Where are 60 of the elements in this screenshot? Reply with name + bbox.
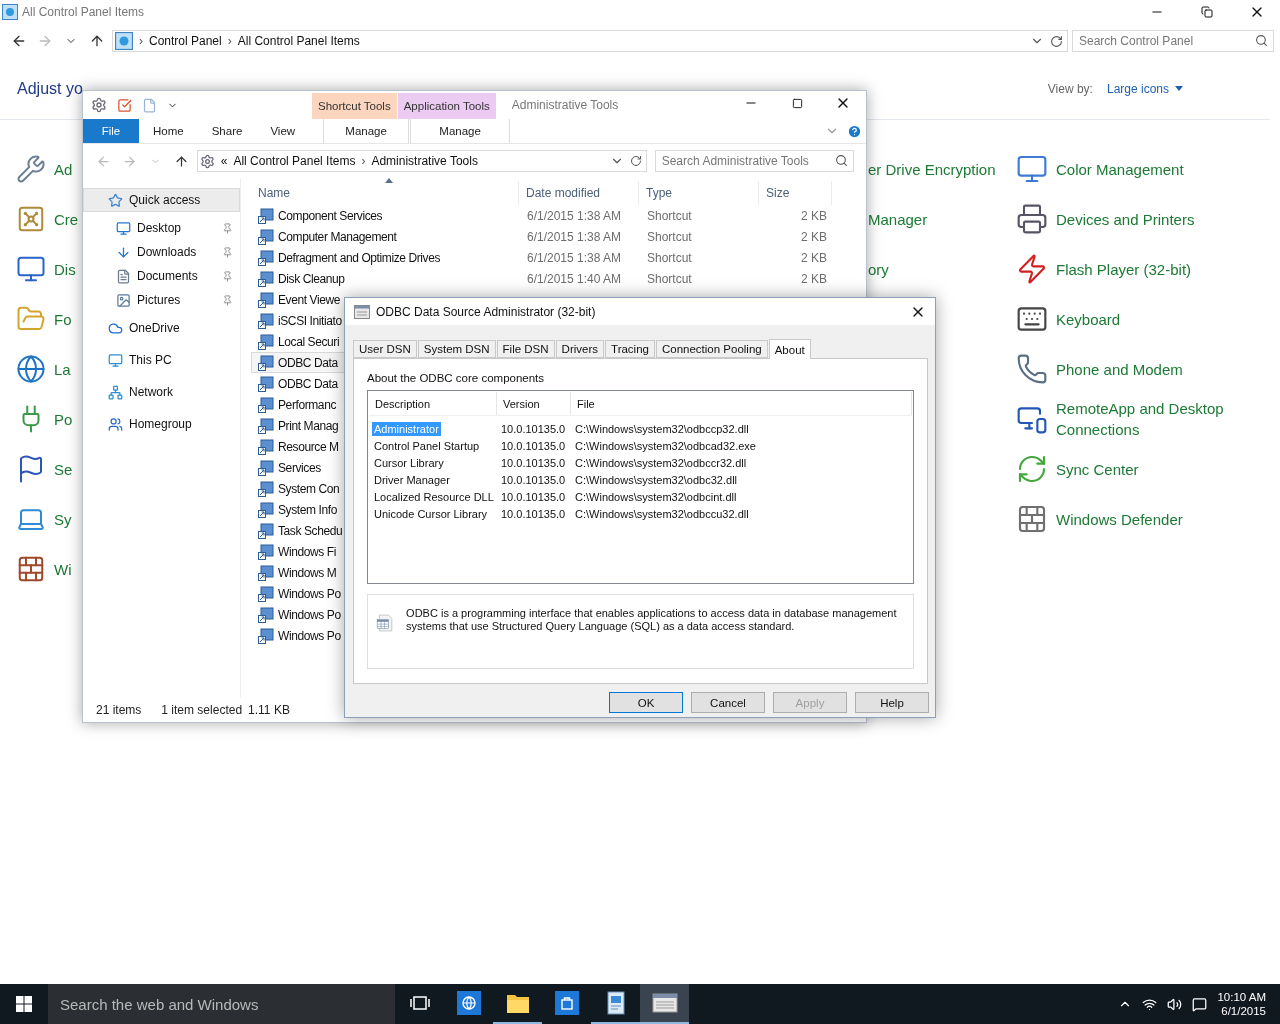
file-name: Component Services [278, 208, 383, 223]
info-text: ODBC is a programming interface that enables applications to access data in database management systems that use Structured Query Language (SQL) as a data access standard. [406, 607, 898, 633]
window-title: All Control Panel Items [22, 5, 146, 19]
file-name: Windows M [278, 565, 337, 580]
type-cell-text: Shortcut [646, 250, 693, 265]
window-title: Administrative Tools [510, 97, 620, 114]
view-by-label: View by: [1047, 81, 1093, 96]
file-name: Services [278, 460, 321, 475]
type-cell-text: Shortcut [646, 271, 693, 286]
breadcrumb-separator: › [361, 154, 366, 168]
file-name: Performanc [278, 397, 337, 412]
file-name: iSCSI Initiato [278, 313, 342, 328]
file-path-cell-text: C:\Windows\system32\odbccu32.dll [574, 507, 750, 520]
file-name: Local Securi [278, 334, 340, 349]
file-path-cell-text: C:\Windows\system32\odbc32.dll [574, 473, 738, 486]
file-name: Disk Cleanup [278, 271, 345, 286]
size-cell-text: 2 KB [800, 250, 828, 265]
date-cell-text: 6/1/2015 1:38 AM [526, 250, 623, 265]
file-path-cell-text: C:\Windows\system32\odbcad32.exe [574, 439, 757, 452]
size-cell-text: 2 KB [800, 229, 828, 244]
date-cell-text: 6/1/2015 1:38 AM [526, 229, 623, 244]
type-cell-text: Shortcut [646, 229, 693, 244]
file-name: System Con [278, 481, 340, 496]
file-name: Windows Fi [278, 544, 336, 559]
file-name: Print Manag [278, 418, 339, 433]
version-cell-text: 10.0.10135.0 [500, 473, 567, 486]
context-tab-group: Shortcut Tools [312, 93, 397, 119]
file-name: Defragment and Optimize Drives [278, 250, 441, 265]
file-name: Event Viewe [278, 292, 341, 307]
file-name: Task Schedu [278, 523, 343, 538]
date-cell-text: 6/1/2015 1:40 AM [526, 271, 623, 286]
file-name: Resource M [278, 439, 339, 454]
file-name: Windows Po [278, 586, 341, 601]
file-path-cell-text: C:\Windows\system32\odbcint.dll [574, 490, 738, 503]
file-name: Computer Management [278, 229, 397, 244]
dialog-title: ODBC Data Source Administrator (32-bit) [376, 304, 597, 319]
selection-size: 1.11 KB [248, 703, 290, 717]
file-name: ODBC Data [278, 355, 338, 370]
page-heading: Adjust yo [17, 79, 84, 98]
version-cell-text: 10.0.10135.0 [500, 507, 567, 520]
section-label: About the ODBC core components [367, 372, 546, 384]
breadcrumb-separator: › [227, 34, 232, 48]
date-cell-text: 6/1/2015 1:38 AM [526, 208, 623, 223]
file-path-cell-text: C:\Windows\system32\odbccp32.dll [574, 422, 750, 435]
file-name: Windows Po [278, 607, 341, 622]
version-cell-text: 10.0.10135.0 [500, 439, 567, 452]
file-name: System Info [278, 502, 337, 517]
version-cell-text: 10.0.10135.0 [500, 422, 567, 435]
type-cell-text: Shortcut [646, 208, 693, 223]
item-count: 21 items [96, 703, 142, 717]
size-cell-text: 2 KB [800, 208, 828, 223]
file-name: ODBC Data [278, 376, 338, 391]
size-cell-text: 2 KB [800, 271, 828, 286]
selection-status: 1 item selected [161, 703, 243, 717]
file-path-cell-text: C:\Windows\system32\odbccr32.dll [574, 456, 748, 469]
file-name: Windows Po [278, 628, 341, 643]
version-cell-text: 10.0.10135.0 [500, 490, 567, 503]
version-cell-text: 10.0.10135.0 [500, 456, 567, 469]
breadcrumb-separator: › [139, 34, 143, 48]
context-tab-group: Application Tools [397, 93, 496, 119]
